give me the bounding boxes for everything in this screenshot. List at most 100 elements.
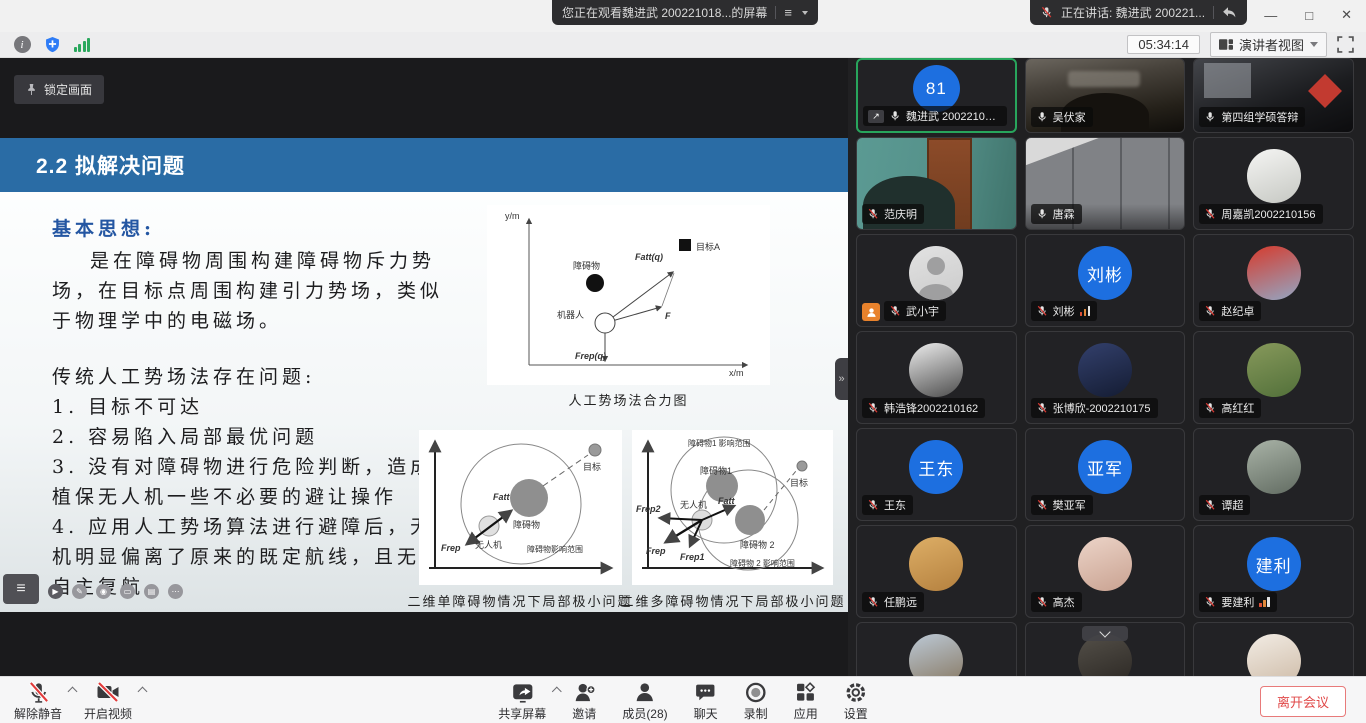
minimize-button[interactable]: — <box>1264 8 1277 23</box>
diagram-label: 障碍物 <box>513 518 540 531</box>
participant-name-bar: 武小宇 <box>884 301 946 321</box>
chat-button[interactable]: 聊天 <box>694 680 718 722</box>
apps-button[interactable]: 应用 <box>794 680 818 722</box>
participant-tile[interactable]: 赵纪卓 <box>1193 234 1354 327</box>
participant-tile[interactable]: 第四组学硕答辩 <box>1193 58 1354 133</box>
invite-button[interactable]: 邀请 <box>572 680 596 722</box>
presenter-toolbar: ≡ ▶ ✎ ◉ ▭ ▤ ⋯ <box>3 574 183 604</box>
settings-button[interactable]: 设置 <box>844 680 868 722</box>
chevron-up-icon[interactable] <box>138 687 148 697</box>
fullscreen-icon[interactable] <box>1337 36 1354 53</box>
chat-icon <box>694 680 718 704</box>
participant-tile[interactable]: 81 ↗ 魏进武 2002210181... <box>856 58 1017 133</box>
participant-tile[interactable]: 武小宇 <box>856 234 1017 327</box>
participant-tile[interactable]: 王东 王东 <box>856 428 1017 521</box>
share-screen-button[interactable]: 共享屏幕 <box>498 680 546 722</box>
participant-tile[interactable]: 高杰 <box>1025 525 1186 618</box>
annotation-list-button[interactable]: ≡ <box>3 574 39 604</box>
start-video-button[interactable]: 开启视频 <box>84 680 132 722</box>
participant-name: 唐霖 <box>1053 206 1075 222</box>
spotlight-icon[interactable]: ◉ <box>96 584 111 599</box>
close-button[interactable]: ✕ <box>1341 7 1352 23</box>
pencil-icon[interactable]: ✎ <box>72 584 87 599</box>
avatar <box>857 623 1016 676</box>
diagram-label: 目标A <box>696 240 720 253</box>
lock-view-button[interactable]: 锁定画面 <box>14 75 104 104</box>
participant-name-bar: 谭超 <box>1199 495 1250 515</box>
invite-icon <box>572 680 596 704</box>
participant-tile[interactable]: 张博欣-2002210175 <box>1025 331 1186 424</box>
mic-status-icon <box>889 305 901 317</box>
network-signal-icon[interactable] <box>72 35 92 55</box>
participant-name: 王东 <box>884 497 906 513</box>
participant-name: 刘彬 <box>1053 303 1075 319</box>
participant-name-bar: 韩浩锋2002210162 <box>862 398 985 418</box>
chevron-up-icon[interactable] <box>68 687 78 697</box>
play-icon[interactable]: ▶ <box>48 584 63 599</box>
diagram-label: 障碍物 <box>573 259 600 272</box>
leave-meeting-button[interactable]: 离开会议 <box>1260 686 1346 717</box>
diagram-label: 障碍物1 <box>700 464 732 477</box>
diagram-caption: 二维单障碍物情况下局部极小问题 <box>404 591 636 610</box>
participant-tile[interactable] <box>1193 622 1354 676</box>
hide-panel-handle[interactable]: » <box>835 358 848 400</box>
layout-icon <box>1219 38 1233 51</box>
video-icon[interactable]: ▭ <box>120 584 135 599</box>
participant-tile[interactable]: 亚军 樊亚军 <box>1025 428 1186 521</box>
participant-tile[interactable]: 任鹏远 <box>856 525 1017 618</box>
participant-name: 任鹏远 <box>884 594 917 610</box>
shared-screen-area: 锁定画面 2.2 拟解决问题 基本思想: 是在障碍物周围构建障碍物斥力势场，在目… <box>0 58 848 676</box>
participant-tile[interactable]: 谭超 <box>1193 428 1354 521</box>
view-mode-selector[interactable]: 演讲者视图 <box>1210 32 1327 57</box>
mic-status-icon <box>1204 305 1216 317</box>
record-button[interactable]: 录制 <box>744 680 768 722</box>
diagram-single-obstacle: 目标 障碍物 无人机 Fatt Frep 障碍物影响范围 <box>419 430 622 585</box>
more-icon[interactable]: ⋯ <box>168 584 183 599</box>
mic-status-icon <box>1036 402 1048 414</box>
chevron-down-icon <box>1099 626 1110 637</box>
participant-tile[interactable]: 高红红 <box>1193 331 1354 424</box>
collapse-videos-button[interactable] <box>1082 626 1128 641</box>
axis-label: y/m <box>505 211 520 221</box>
slide-title: 2.2 拟解决问题 <box>36 150 185 180</box>
slide-paragraph: 传统人工势场法存在问题: <box>52 362 464 392</box>
participant-tile[interactable] <box>856 622 1017 676</box>
participant-tile[interactable]: 吴伏家 <box>1025 58 1186 133</box>
pin-icon <box>26 83 37 96</box>
members-button[interactable]: 成员(28) <box>622 680 667 722</box>
camera-off-icon <box>96 680 120 704</box>
participant-name-bar: 赵纪卓 <box>1199 301 1261 321</box>
participant-name: 高杰 <box>1053 594 1075 610</box>
participant-tile[interactable]: 刘彬 刘彬 <box>1025 234 1186 327</box>
share-screen-icon <box>510 680 534 704</box>
network-signal-icon <box>1080 306 1091 316</box>
record-icon <box>744 680 768 704</box>
security-shield-icon[interactable] <box>42 35 62 55</box>
diagram-label: 障碍物影响范围 <box>527 544 583 555</box>
diagram-potential-field: y/m x/m 目标A 障碍物 机器人 Fatt(q) F Frep(q) <box>487 205 770 385</box>
info-icon[interactable]: i <box>12 35 32 55</box>
unmute-button[interactable]: 解除静音 <box>14 680 62 722</box>
participant-name-bar: 吴伏家 <box>1031 107 1093 127</box>
chevron-up-icon[interactable] <box>552 687 562 697</box>
participant-name-bar: 第四组学硕答辩 <box>1199 107 1305 127</box>
participant-tile[interactable]: 唐霖 <box>1025 137 1186 230</box>
axis-label: x/m <box>729 368 744 378</box>
participant-name: 第四组学硕答辩 <box>1221 109 1298 125</box>
participant-tile[interactable]: 韩浩锋2002210162 <box>856 331 1017 424</box>
maximize-button[interactable]: □ <box>1305 8 1313 23</box>
participant-name-bar: 高红红 <box>1199 398 1261 418</box>
participant-name: 周嘉凯2002210156 <box>1221 206 1315 222</box>
participant-name-bar: 樊亚军 <box>1031 495 1093 515</box>
undo-arrow-icon[interactable] <box>1222 6 1237 19</box>
mic-status-icon <box>867 208 879 220</box>
participant-tile[interactable] <box>1025 622 1186 676</box>
participant-tile[interactable]: 周嘉凯2002210156 <box>1193 137 1354 230</box>
participant-name-bar: 要建利 <box>1199 592 1277 612</box>
participant-tile[interactable]: 范庆明 <box>856 137 1017 230</box>
watching-banner[interactable]: 您正在观看魏进武 200221018...的屏幕 ≡ <box>552 0 818 25</box>
participant-tile[interactable]: 建利 要建利 <box>1193 525 1354 618</box>
notes-icon[interactable]: ▤ <box>144 584 159 599</box>
mic-muted-icon <box>26 680 50 704</box>
banner-menu-icon[interactable]: ≡ <box>784 5 792 20</box>
